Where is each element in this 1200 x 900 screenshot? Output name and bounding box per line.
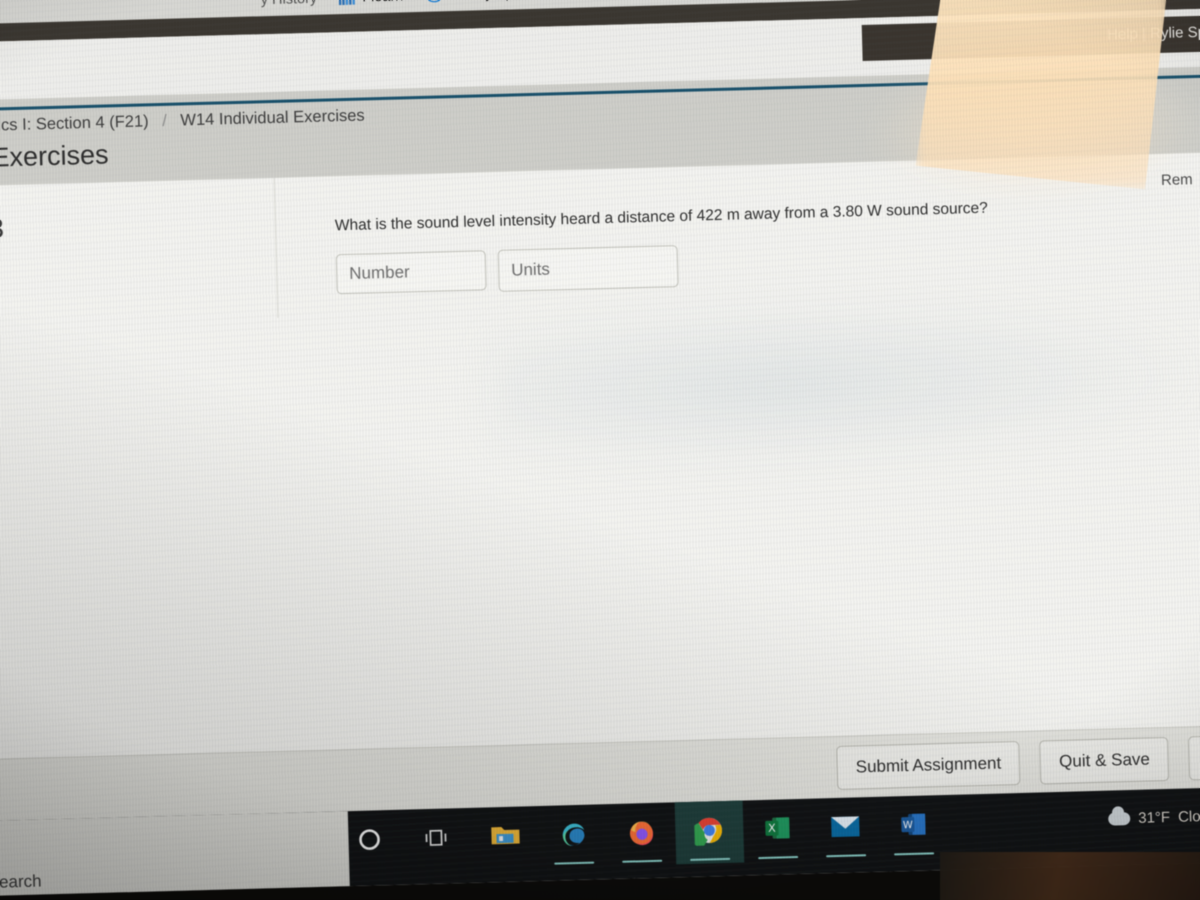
bookmark-label: I-learn (362, 0, 404, 5)
microsoft-excel-button[interactable]: X (743, 799, 813, 863)
file-explorer-icon (490, 823, 521, 854)
screen-content: y History I-learn (0, 0, 1200, 897)
assignment-canvas: Rem 3 What is the sound level intensity … (0, 151, 1200, 787)
help-and-user[interactable]: Help | Rylie Sp (1107, 24, 1200, 44)
bookmark-label: Disney+ | Movies a... (448, 0, 583, 3)
mail-icon (830, 814, 861, 844)
quit-and-save-button[interactable]: Quit & Save (1039, 736, 1170, 785)
user-name[interactable]: Rylie Sp (1150, 24, 1200, 43)
submit-assignment-button[interactable]: Submit Assignment (836, 741, 1021, 790)
svg-text:X: X (767, 822, 775, 835)
mail-button[interactable] (811, 797, 881, 861)
disney-plus-icon (425, 0, 443, 3)
question-body: What is the sound level intensity heard … (335, 196, 1097, 296)
cloud-icon (1108, 812, 1131, 826)
help-link[interactable]: Help (1107, 26, 1138, 44)
weather-condition: Clou (1177, 807, 1200, 826)
question-text: What is the sound level intensity heard … (334, 199, 988, 235)
breadcrumb-course[interactable]: ied Physics I: Section 4 (F21) (0, 112, 149, 136)
file-explorer-button[interactable] (471, 806, 541, 870)
footer-button-row: Submit Assignment Quit & Save Back (836, 734, 1200, 790)
ilearn-icon (339, 0, 356, 6)
firefox-icon (626, 816, 657, 852)
question-column-divider (273, 177, 279, 318)
answer-fields (335, 234, 1097, 297)
search-placeholder: search (0, 871, 42, 892)
microsoft-word-icon: W (899, 811, 927, 844)
remaining-label: Rem (1160, 171, 1193, 189)
microsoft-excel-icon: X (764, 814, 792, 847)
firefox-button[interactable] (607, 802, 677, 866)
google-chrome-icon (690, 815, 725, 851)
answer-units-input[interactable] (497, 244, 679, 292)
bookmark-disney-plus[interactable]: Disney+ | Movies a... (425, 0, 583, 3)
page-title: dual Exercises (0, 139, 109, 174)
google-chrome-button[interactable] (674, 800, 745, 865)
breadcrumb: ied Physics I: Section 4 (F21) / W14 Ind… (0, 106, 365, 137)
monitor-photo: y History I-learn (0, 0, 1200, 900)
bookmark-label: y History (261, 0, 318, 8)
header-separator: | (1141, 25, 1147, 43)
microsoft-edge-button[interactable] (539, 804, 609, 868)
answer-number-input[interactable] (335, 250, 487, 295)
cortana-button[interactable] (335, 810, 405, 874)
cortana-icon (356, 826, 383, 858)
bookmark-ilearn[interactable]: I-learn (339, 0, 404, 6)
svg-text:W: W (902, 820, 912, 831)
task-view-icon (424, 826, 451, 854)
breadcrumb-separator: / (161, 111, 168, 130)
taskbar-search-box[interactable]: search (0, 811, 350, 897)
taskbar-weather-widget[interactable]: 31°F Clou (1108, 808, 1200, 828)
breadcrumb-assignment[interactable]: W14 Individual Exercises (180, 106, 365, 129)
bookmark-history[interactable]: y History (261, 0, 318, 8)
task-view-button[interactable] (403, 808, 473, 872)
question-number: 3 (0, 213, 5, 244)
microsoft-edge-icon (558, 818, 589, 854)
back-button[interactable]: Back (1188, 734, 1200, 781)
weather-temperature: 31°F (1138, 808, 1171, 827)
microsoft-word-button[interactable]: W (879, 795, 949, 859)
